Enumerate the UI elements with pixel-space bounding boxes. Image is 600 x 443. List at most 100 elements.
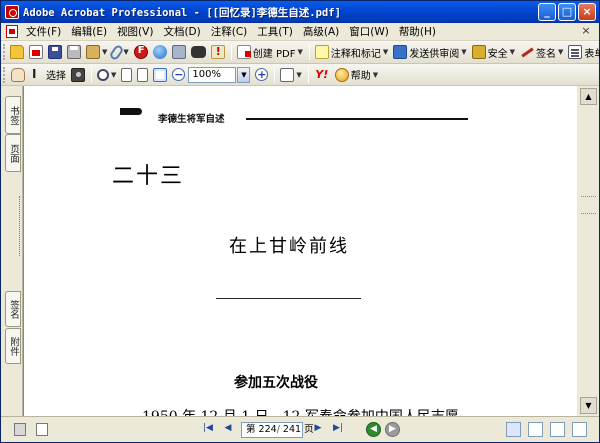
menu-comments[interactable]: 注释(C) <box>206 24 253 40</box>
help-button[interactable]: 帮助 ▼ <box>333 65 380 84</box>
next-page-button[interactable]: ▶ <box>311 422 325 437</box>
tab-bookmarks[interactable]: 书签 <box>5 96 21 134</box>
comment-markup-label: 注释和标记 <box>330 48 381 60</box>
toolbar-grip[interactable] <box>3 66 6 83</box>
chevron-down-icon: ▼ <box>102 48 108 56</box>
comment-icon <box>314 45 329 59</box>
help-icon <box>334 67 349 82</box>
stamp-button[interactable] <box>132 43 150 62</box>
menu-bar: 文件(F) 编辑(E) 视图(V) 文档(D) 注释(C) 工具(T) 高级(A… <box>1 23 599 41</box>
search-button[interactable] <box>189 43 208 62</box>
zoom-tool-button[interactable]: ▼ <box>95 65 118 84</box>
actual-size-button[interactable] <box>119 65 134 84</box>
window-title: Adobe Acrobat Professional - [[回忆录]李德生自述… <box>23 6 341 19</box>
menu-tools[interactable]: 工具(T) <box>252 24 298 40</box>
create-from-file-button[interactable] <box>27 43 45 62</box>
menu-document[interactable]: 文档(D) <box>158 24 205 40</box>
yahoo-button[interactable]: Y! <box>312 65 332 84</box>
scrollbar-gripper[interactable] <box>581 196 596 214</box>
tab-pages[interactable]: 页面 <box>5 134 21 172</box>
chevron-down-icon: ▼ <box>558 48 564 56</box>
continuous-facing-layout-icon[interactable] <box>572 422 587 437</box>
page-number-field[interactable]: 第 224/ 241 页 <box>241 422 314 438</box>
facing-layout-icon[interactable] <box>550 422 565 437</box>
scroll-up-button[interactable]: ▲ <box>580 88 597 105</box>
folder-open-icon <box>10 45 24 59</box>
forms-button[interactable]: 表单▼ <box>566 43 600 62</box>
chevron-down-icon: ▼ <box>123 48 129 56</box>
warning-icon <box>210 45 225 59</box>
zoom-dropdown[interactable]: ▼ <box>237 66 251 83</box>
toolbar-grip[interactable] <box>3 44 5 60</box>
save-button[interactable] <box>46 43 64 62</box>
menu-view[interactable]: 视图(V) <box>112 24 158 40</box>
organizer-icon <box>86 45 100 59</box>
globe-icon <box>152 45 167 59</box>
fit-width-icon <box>153 67 168 82</box>
menu-window[interactable]: 窗口(W) <box>344 24 394 40</box>
fit-page-button[interactable] <box>135 65 150 84</box>
menu-edit[interactable]: 编辑(E) <box>66 24 112 40</box>
first-page-button[interactable]: |◀ <box>201 422 215 437</box>
send-review-button[interactable]: 发送供审阅 ▼ <box>391 43 468 62</box>
help-label: 帮助 <box>350 71 371 82</box>
continuous-layout-icon[interactable] <box>528 422 543 437</box>
single-page-layout-icon[interactable] <box>506 422 521 437</box>
fit-width-button[interactable] <box>151 65 169 84</box>
rotate-button[interactable]: ▼ <box>278 65 303 84</box>
snapshot-button[interactable] <box>69 65 87 84</box>
menu-file[interactable]: 文件(F) <box>21 24 66 40</box>
zoom-level-input[interactable]: 100% <box>188 66 237 83</box>
create-pdf-label: 创建 PDF <box>252 48 296 60</box>
last-page-button[interactable]: ▶| <box>331 422 345 437</box>
zoom-out-button[interactable]: − <box>170 65 187 84</box>
menu-advanced[interactable]: 高级(A) <box>298 24 344 40</box>
create-pdf-button[interactable]: 创建 PDF ▼ <box>235 43 305 62</box>
pane-splitter[interactable] <box>19 196 22 256</box>
comment-markup-button[interactable]: 注释和标记 ▼ <box>313 43 390 62</box>
sign-label: 签名 <box>536 48 557 60</box>
maximize-button[interactable]: □ <box>558 3 576 21</box>
menu-help[interactable]: 帮助(H) <box>394 24 441 40</box>
zoom-in-button[interactable]: + <box>253 65 270 84</box>
security-button[interactable]: 安全 ▼ <box>470 43 517 62</box>
sign-button[interactable]: 签名 ▼ <box>518 43 565 62</box>
tab-signatures[interactable]: 签名 <box>5 291 21 327</box>
tab-attachments[interactable]: 附件 <box>5 328 21 364</box>
layers-icon[interactable] <box>14 423 26 436</box>
read-button[interactable] <box>170 43 188 62</box>
vertical-scrollbar[interactable]: ▲ ▼ <box>577 86 599 416</box>
send-review-icon <box>393 45 408 59</box>
go-back-button[interactable]: ◀ <box>366 422 381 437</box>
forms-label: 表单 <box>584 48 600 60</box>
print-button[interactable] <box>65 43 83 62</box>
pen-icon <box>520 45 534 59</box>
close-document-button[interactable]: × <box>579 25 593 38</box>
document-view[interactable]: 李德生将军自述 二十三 在上甘岭前线 参加五次战役 1950 年 12 月 1 … <box>23 86 577 416</box>
web-button[interactable] <box>151 43 169 62</box>
open-button[interactable] <box>8 43 26 62</box>
rotate-page-icon <box>280 67 295 82</box>
yahoo-icon: Y! <box>315 67 329 81</box>
toolbar-separator <box>91 66 92 83</box>
title-bar: Adobe Acrobat Professional - [[回忆录]李德生自述… <box>1 1 599 23</box>
scroll-down-button[interactable]: ▼ <box>580 397 597 414</box>
document-menu-icon[interactable] <box>6 25 18 38</box>
hand-tool-button[interactable] <box>9 65 27 84</box>
title-divider <box>216 298 361 299</box>
view-toolbar: 选择 ▼ − 100% ▼ + ▼ Y! 帮助▼ <box>1 64 599 86</box>
organizer-button[interactable]: ▼ <box>84 43 109 62</box>
body-text-line: 1950 年 12 月 1 日，12 军奉命参加中国人民志愿 <box>142 406 459 416</box>
acrobat-app-icon[interactable] <box>5 5 19 19</box>
document-properties-icon[interactable] <box>36 423 48 436</box>
toolbar-separator <box>307 66 309 83</box>
preflight-button[interactable] <box>209 43 227 62</box>
select-tool-button[interactable]: 选择 <box>28 65 68 84</box>
attach-button[interactable]: ▼ <box>108 43 130 62</box>
previous-page-button[interactable]: ◀ <box>221 422 235 437</box>
go-forward-button[interactable]: ▶ <box>385 422 400 437</box>
text-cursor-icon <box>30 67 44 82</box>
minimize-button[interactable]: _ <box>538 3 556 21</box>
send-review-label: 发送供审阅 <box>409 48 460 60</box>
close-button[interactable]: × <box>578 3 596 21</box>
